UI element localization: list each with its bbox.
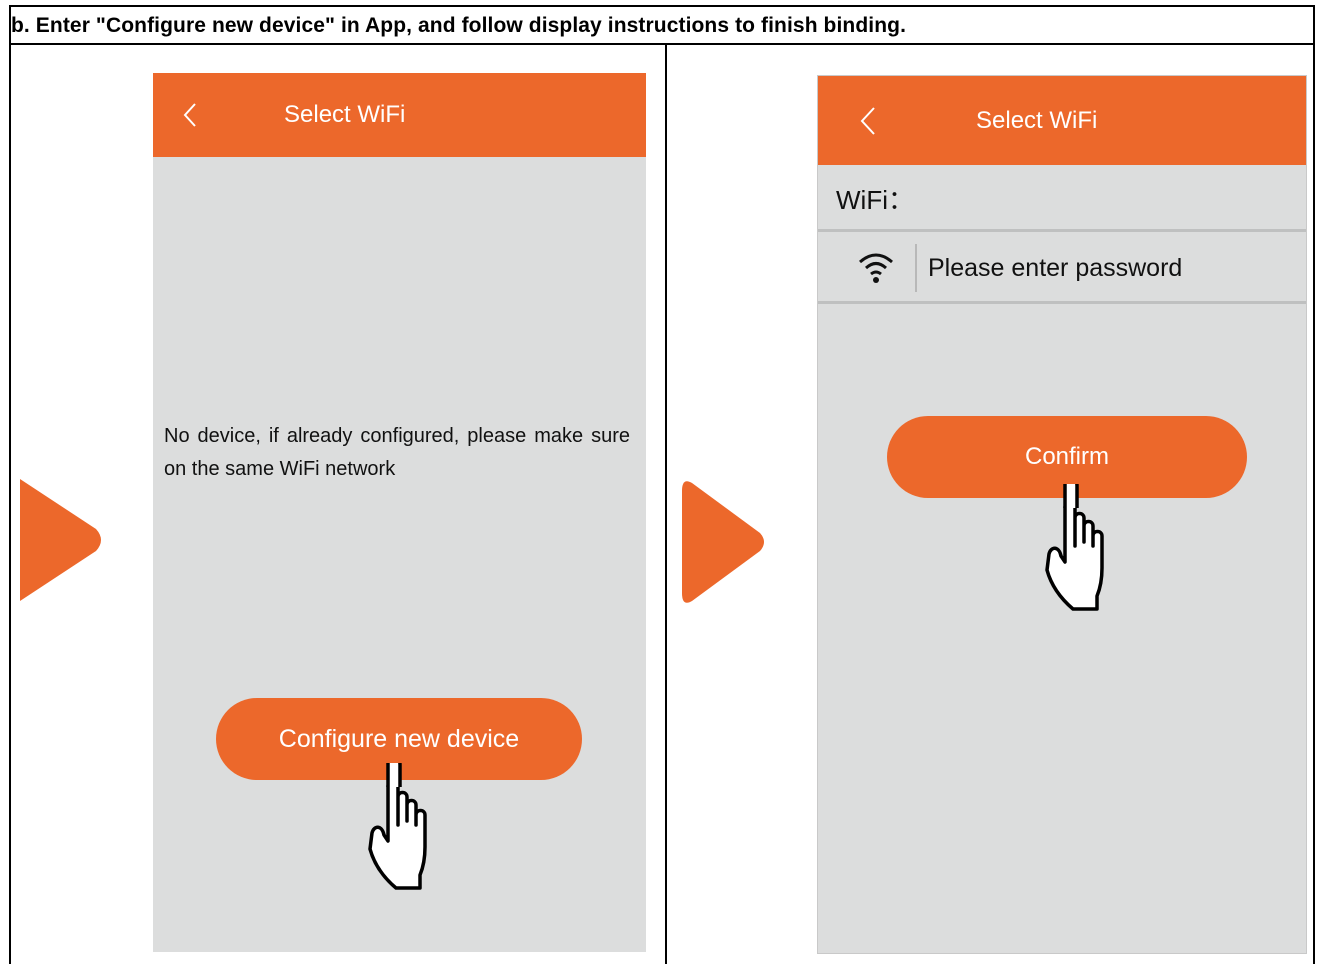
- column-divider: [665, 45, 667, 964]
- app-navbar: Select WiFi: [153, 73, 646, 157]
- instruction-text: b. Enter "Configure new device" in App, …: [11, 14, 906, 37]
- play-arrow-icon: [20, 479, 104, 601]
- chevron-left-icon[interactable]: [860, 76, 876, 165]
- pointing-hand-icon: [1045, 476, 1145, 624]
- phone-screen-wifi-setup: Select WiFi WiFi： Confirm: [817, 75, 1307, 954]
- chevron-left-icon[interactable]: [183, 73, 197, 157]
- pointing-hand-icon: [368, 755, 468, 903]
- password-row: [818, 234, 1306, 304]
- phone-screen-device-list: Select WiFi No device, if already config…: [153, 73, 646, 952]
- app-navbar: Select WiFi: [818, 76, 1306, 165]
- empty-state-message: No device, if already configured, please…: [164, 425, 630, 480]
- divider: [818, 229, 1306, 232]
- divider: [818, 301, 1306, 304]
- page-title: Select WiFi: [976, 106, 1098, 134]
- wifi-icon: [858, 250, 894, 289]
- page-title: Select WiFi: [284, 101, 406, 128]
- divider: [915, 244, 917, 292]
- play-arrow-icon: [680, 481, 766, 603]
- password-input[interactable]: [928, 248, 1278, 288]
- wifi-ssid-label: WiFi：: [836, 185, 914, 215]
